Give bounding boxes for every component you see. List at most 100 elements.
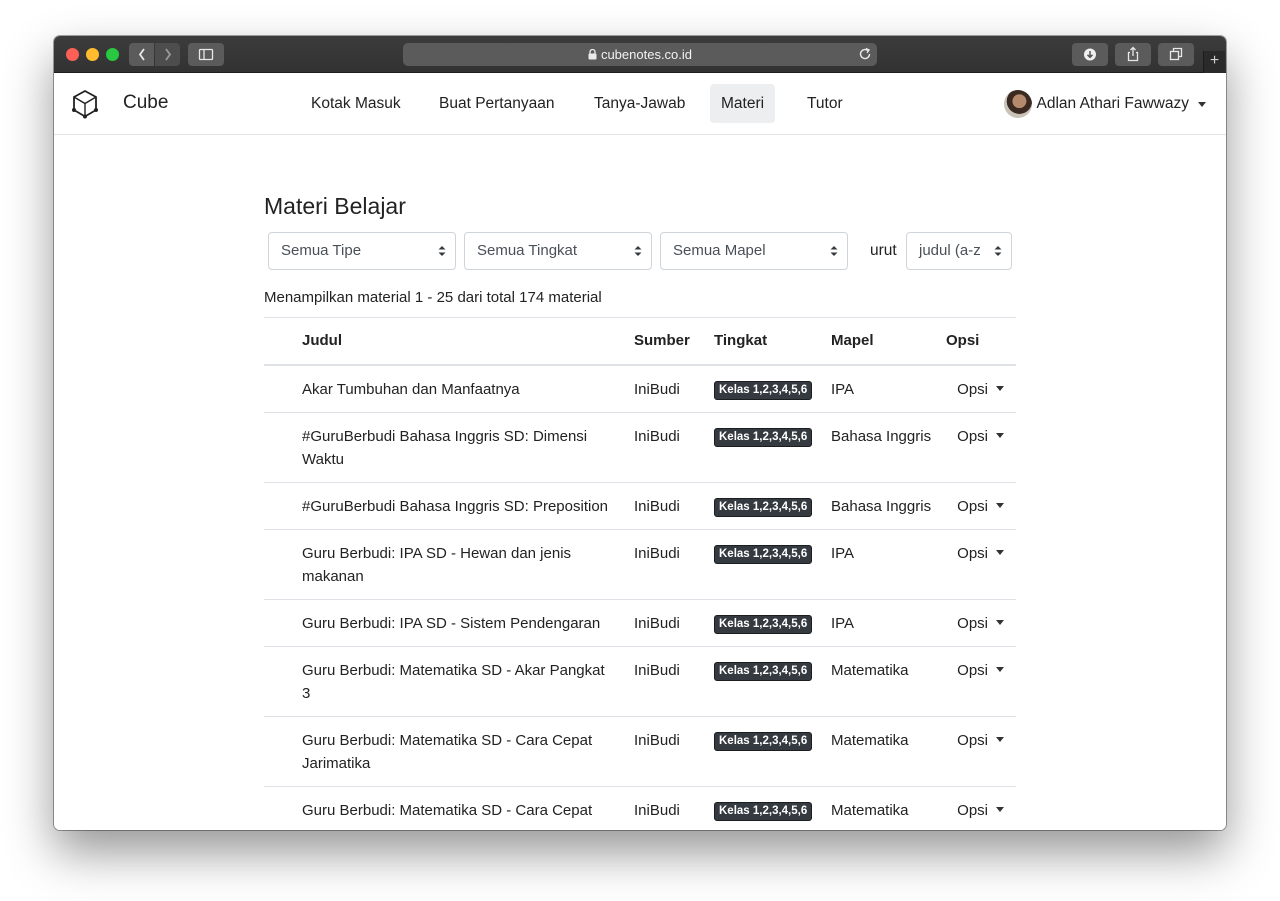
caret-down-icon <box>996 806 1004 812</box>
materi-title-link[interactable]: Guru Berbudi: Matematika SD - Cara Cepat <box>302 802 592 819</box>
brand-name[interactable]: Cube <box>123 92 168 114</box>
address-bar[interactable]: cubenotes.co.id <box>403 43 877 66</box>
opsi-dropdown-button[interactable]: Opsi <box>957 545 1004 562</box>
summary-range: 1 - 25 <box>414 289 454 306</box>
user-menu[interactable]: Adlan Athari Fawwazy <box>1003 90 1206 118</box>
avatar <box>1003 90 1032 118</box>
table-row: Guru Berbudi: IPA SD - Sistem Pendengara… <box>264 598 1016 646</box>
caret-down-icon <box>996 619 1004 625</box>
summary-total: 174 <box>519 289 545 306</box>
opsi-dropdown-button[interactable]: Opsi <box>957 428 1004 445</box>
materi-subject: Matematika <box>831 645 946 716</box>
filter-tipe-select[interactable]: Semua Tipe <box>268 232 456 270</box>
header-judul: Judul <box>264 317 634 366</box>
opsi-dropdown-button[interactable]: Opsi <box>957 498 1004 515</box>
tingkat-badge: Kelas 1,2,3,4,5,6 <box>714 380 813 400</box>
browser-window: cubenotes.co.id + Cube Kotak Masuk Buat … <box>54 36 1226 830</box>
opsi-dropdown-button[interactable]: Opsi <box>957 615 1004 632</box>
opsi-dropdown-button[interactable]: Opsi <box>957 802 1004 819</box>
table-row: Guru Berbudi: IPA SD - Hewan dan jenis m… <box>264 528 1016 599</box>
materi-title-link[interactable]: #GuruBerbudi Bahasa Inggris SD: Dimensi … <box>302 428 587 468</box>
header-mapel: Mapel <box>831 317 946 366</box>
materi-title-link[interactable]: Guru Berbudi: IPA SD - Sistem Pendengara… <box>302 615 600 632</box>
user-name: Adlan Athari Fawwazy <box>1036 95 1190 112</box>
nav-materi[interactable]: Materi <box>710 84 776 123</box>
tingkat-badge: Kelas 1,2,3,4,5,6 <box>714 731 813 751</box>
caret-down-icon <box>996 385 1004 391</box>
opsi-label: Opsi <box>957 661 988 679</box>
chevron-left-icon <box>138 48 145 61</box>
opsi-dropdown-button[interactable]: Opsi <box>957 662 1004 679</box>
tingkat-badge: Kelas 1,2,3,4,5,6 <box>714 544 813 564</box>
tingkat-badge: Kelas 1,2,3,4,5,6 <box>714 427 813 447</box>
materi-subject: Bahasa Inggris <box>831 411 946 482</box>
nav-tutor[interactable]: Tutor <box>796 84 854 123</box>
materi-source: IniBudi <box>634 364 714 412</box>
opsi-dropdown-button[interactable]: Opsi <box>957 381 1004 398</box>
materi-source: IniBudi <box>634 785 714 830</box>
opsi-label: Opsi <box>957 801 988 819</box>
materi-subject: Matematika <box>831 715 946 786</box>
opsi-dropdown-button[interactable]: Opsi <box>957 732 1004 749</box>
select-arrows-icon <box>994 246 1002 256</box>
sidebar-icon <box>198 48 214 61</box>
materi-title-link[interactable]: Guru Berbudi: Matematika SD - Cara Cepat… <box>302 732 592 772</box>
table-row: #GuruBerbudi Bahasa Inggris SD: Dimensi … <box>264 411 1016 482</box>
back-button[interactable] <box>129 43 154 66</box>
tabs-icon <box>1169 47 1183 61</box>
materi-subject: IPA <box>831 528 946 599</box>
materi-subject: IPA <box>831 598 946 646</box>
summary-suffix: material <box>548 289 602 306</box>
filter-tipe-value: Semua Tipe <box>281 242 362 259</box>
nav-kotak-masuk[interactable]: Kotak Masuk <box>300 84 412 123</box>
forward-button[interactable] <box>155 43 180 66</box>
nav-buat-pertanyaan[interactable]: Buat Pertanyaan <box>428 84 565 123</box>
chevron-right-icon <box>164 48 171 61</box>
close-window-button[interactable] <box>66 48 79 61</box>
caret-down-icon <box>996 736 1004 742</box>
header-sumber: Sumber <box>634 317 714 366</box>
materi-table: Judul Sumber Tingkat Mapel Opsi Akar Tum… <box>264 317 1016 830</box>
zoom-window-button[interactable] <box>106 48 119 61</box>
filter-mapel-select[interactable]: Semua Mapel <box>660 232 848 270</box>
materi-title-link[interactable]: #GuruBerbudi Bahasa Inggris SD: Preposit… <box>302 498 608 515</box>
caret-down-icon <box>996 502 1004 508</box>
minimize-window-button[interactable] <box>86 48 99 61</box>
tab-overview-button[interactable] <box>1158 43 1194 66</box>
materi-title-link[interactable]: Guru Berbudi: Matematika SD - Akar Pangk… <box>302 662 605 702</box>
downloads-button[interactable] <box>1072 43 1108 66</box>
summary-prefix: Menampilkan material <box>264 289 411 306</box>
materi-title-link[interactable]: Akar Tumbuhan dan Manfaatnya <box>302 381 520 398</box>
opsi-label: Opsi <box>957 497 988 515</box>
plus-icon: + <box>1209 52 1220 69</box>
cube-logo-icon[interactable] <box>71 89 99 119</box>
materi-title-link[interactable]: Guru Berbudi: IPA SD - Hewan dan jenis m… <box>302 545 571 585</box>
caret-down-icon <box>1198 101 1206 107</box>
new-tab-button[interactable]: + <box>1203 51 1225 73</box>
caret-down-icon <box>996 432 1004 438</box>
header-tingkat: Tingkat <box>714 317 831 366</box>
sidebar-toggle-button[interactable] <box>188 43 224 66</box>
materi-source: IniBudi <box>634 715 714 786</box>
table-row: Guru Berbudi: Matematika SD - Cara Cepat… <box>264 785 1016 830</box>
nav-tanya-jawab[interactable]: Tanya-Jawab <box>583 84 696 123</box>
share-button[interactable] <box>1115 43 1151 66</box>
table-body: Akar Tumbuhan dan Manfaatnya IniBudi Kel… <box>264 364 1016 830</box>
materi-source: IniBudi <box>634 411 714 482</box>
table-row: Guru Berbudi: Matematika SD - Akar Pangk… <box>264 645 1016 716</box>
select-arrows-icon <box>438 246 446 256</box>
tingkat-badge: Kelas 1,2,3,4,5,6 <box>714 614 813 634</box>
opsi-label: Opsi <box>957 731 988 749</box>
materi-source: IniBudi <box>634 528 714 599</box>
table-row: Guru Berbudi: Matematika SD - Cara Cepat… <box>264 715 1016 786</box>
summary-middle: dari total <box>457 289 515 306</box>
tingkat-badge: Kelas 1,2,3,4,5,6 <box>714 497 813 517</box>
materi-subject: Bahasa Inggris <box>831 481 946 529</box>
results-summary: Menampilkan material 1 - 25 dari total 1… <box>264 289 602 306</box>
filter-mapel-value: Semua Mapel <box>673 242 766 259</box>
reload-icon[interactable] <box>858 47 872 61</box>
filter-tingkat-select[interactable]: Semua Tingkat <box>464 232 652 270</box>
sort-select[interactable]: judul (a-z <box>906 232 1012 270</box>
browser-toolbar: cubenotes.co.id + <box>54 36 1226 73</box>
table-header-row: Judul Sumber Tingkat Mapel Opsi <box>264 317 1016 366</box>
